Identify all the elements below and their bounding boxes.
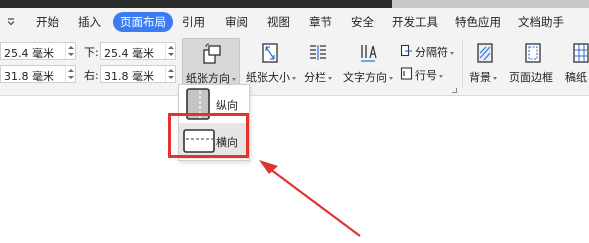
annotation-arrow-icon — [259, 160, 361, 237]
